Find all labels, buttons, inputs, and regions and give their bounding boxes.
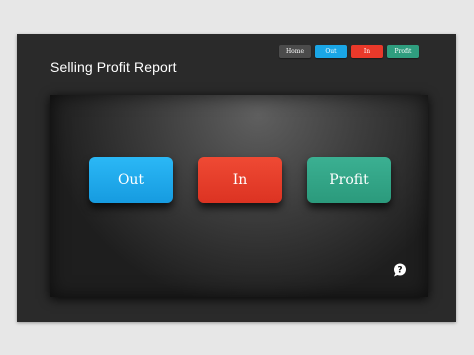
- svg-text:?: ?: [397, 266, 402, 276]
- in-button[interactable]: In: [198, 157, 282, 203]
- top-nav: Home Out In Profit: [279, 45, 419, 58]
- profit-button[interactable]: Profit: [307, 157, 391, 203]
- out-button[interactable]: Out: [89, 157, 173, 203]
- nav-profit-button[interactable]: Profit: [387, 45, 419, 58]
- nav-home-button[interactable]: Home: [279, 45, 311, 58]
- main-stage: Out In Profit ?: [50, 95, 428, 297]
- page-title: Selling Profit Report: [50, 59, 177, 75]
- help-bubble-icon[interactable]: ?: [393, 263, 407, 277]
- report-slide: Selling Profit Report Home Out In Profit…: [17, 34, 456, 322]
- nav-in-button[interactable]: In: [351, 45, 383, 58]
- nav-out-button[interactable]: Out: [315, 45, 347, 58]
